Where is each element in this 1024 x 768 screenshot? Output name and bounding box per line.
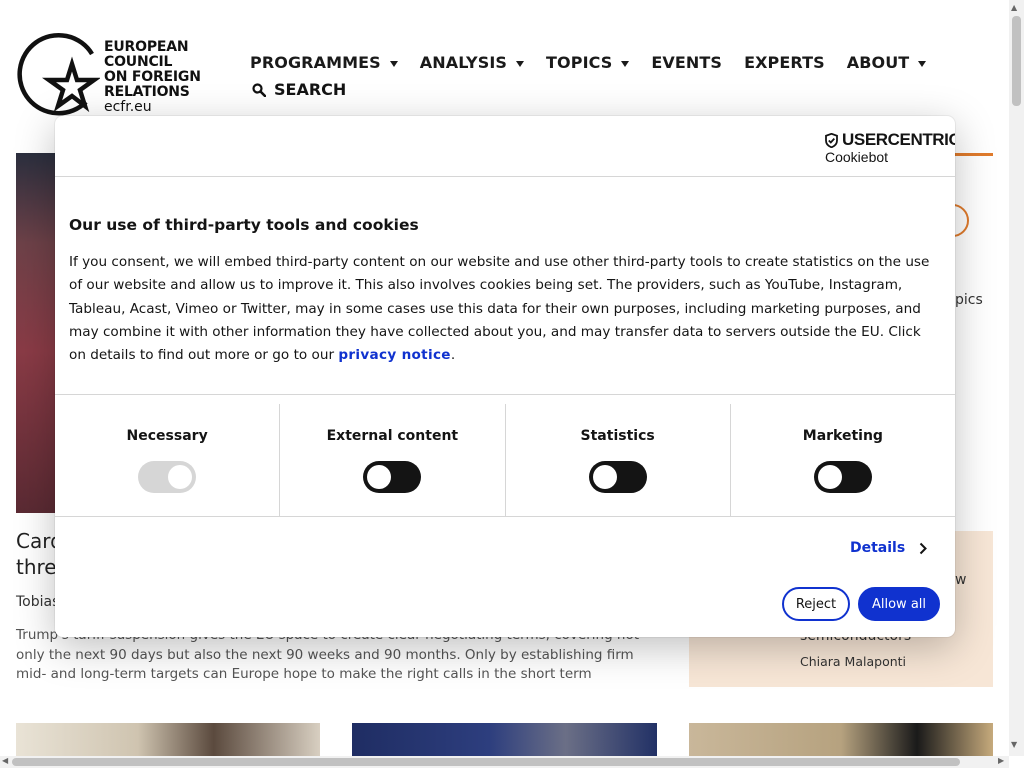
category-label: Marketing (802, 428, 883, 444)
details-label: Details (850, 540, 906, 556)
consent-categories: Necessary External content Statistics Ma… (55, 404, 955, 516)
horizontal-scrollbar-thumb[interactable] (12, 758, 960, 766)
usercentrics-brand[interactable]: USERCENTRICS Cookiebot (825, 130, 955, 165)
vertical-scrollbar[interactable] (1009, 0, 1024, 756)
caret-down-icon (918, 60, 927, 67)
vertical-scrollbar-thumb[interactable] (1012, 16, 1021, 106)
main-nav: PROGRAMMES ANALYSIS TOPICS EVENTS EXPERT… (250, 53, 927, 72)
description-text: If you consent, we will embed third-part… (69, 254, 930, 364)
external-content-toggle[interactable] (363, 461, 422, 493)
divider (55, 516, 955, 517)
brand-row: USERCENTRICS (825, 130, 955, 150)
accent-divider (955, 153, 993, 156)
scroll-up-arrow-icon[interactable]: ▲ (1011, 3, 1017, 12)
nav-analysis[interactable]: ANALYSIS (419, 53, 525, 72)
dialog-title: Our use of third-party tools and cookies (69, 216, 419, 234)
article-thumbnail[interactable] (689, 723, 993, 756)
article-byline[interactable]: Tobias (16, 594, 59, 610)
caret-down-icon (621, 60, 630, 67)
nav-label: EXPERTS (744, 53, 825, 72)
caret-down-icon (389, 60, 398, 67)
category-label: Statistics (580, 428, 655, 444)
brand-name: USERCENTRICS (842, 130, 955, 149)
ecfr-logo[interactable]: EUROPEAN COUNCIL ON FOREIGN RELATIONS ec… (16, 32, 206, 118)
article-thumbnail[interactable] (16, 723, 320, 756)
statistics-toggle[interactable] (588, 461, 647, 493)
marketing-toggle[interactable] (813, 461, 872, 493)
topics-text-fragment: pics (955, 292, 983, 308)
nav-label: EVENTS (651, 53, 723, 72)
star-circle-logo-icon (17, 32, 100, 116)
search-button[interactable]: SEARCH (252, 80, 346, 99)
brand-subtitle: Cookiebot (825, 149, 889, 165)
nav-topics[interactable]: TOPICS (546, 53, 630, 72)
category-marketing: Marketing (731, 404, 955, 516)
nav-programmes[interactable]: PROGRAMMES (250, 53, 398, 72)
chevron-right-icon (919, 542, 928, 554)
allow-all-button[interactable]: Allow all (858, 587, 940, 621)
hero-image[interactable] (16, 153, 56, 513)
cookie-consent-dialog: USERCENTRICS Cookiebot Our use of third-… (55, 116, 955, 637)
category-statistics: Statistics (506, 404, 731, 516)
category-label: Necessary (126, 428, 208, 444)
toggle-knob (168, 465, 193, 489)
search-label: SEARCH (274, 80, 347, 99)
scroll-down-arrow-icon[interactable]: ▼ (1011, 740, 1017, 749)
toggle-knob (592, 465, 617, 489)
nav-events[interactable]: EVENTS (651, 53, 722, 72)
nav-label: TOPICS (546, 53, 613, 72)
divider (55, 394, 955, 395)
article-thumbnail[interactable] (352, 723, 657, 756)
logo-url: ecfr.eu (104, 99, 152, 115)
nav-about[interactable]: ABOUT (847, 53, 927, 72)
shield-check-icon (825, 132, 838, 148)
category-external-content: External content (280, 404, 506, 516)
description-end: . (450, 347, 456, 364)
nav-experts[interactable]: EXPERTS (744, 53, 825, 72)
search-icon (252, 82, 266, 97)
nav-label: ANALYSIS (419, 53, 508, 72)
privacy-notice-link[interactable]: privacy notice (338, 347, 450, 363)
logo-wordmark: EUROPEAN COUNCIL ON FOREIGN RELATIONS (104, 39, 201, 100)
details-link[interactable]: Details (850, 540, 928, 556)
scroll-right-arrow-icon[interactable]: ▶ (998, 756, 1004, 765)
toggle-knob (817, 465, 842, 489)
caret-down-icon (516, 60, 525, 67)
category-necessary: Necessary (55, 404, 281, 516)
necessary-toggle (138, 461, 197, 493)
scroll-left-arrow-icon[interactable]: ◀ (2, 756, 8, 765)
reject-button[interactable]: Reject (782, 587, 850, 621)
nav-label: ABOUT (846, 53, 910, 72)
toggle-knob (367, 465, 392, 489)
side-card-author[interactable]: Chiara Malaponti (800, 654, 906, 669)
dialog-body: Our use of third-party tools and cookies… (69, 216, 939, 367)
side-card-text-fragment: w (955, 572, 967, 588)
category-label: External content (326, 428, 459, 444)
dialog-header: USERCENTRICS Cookiebot (55, 116, 955, 177)
dialog-description: If you consent, we will embed third-part… (69, 251, 939, 367)
nav-label: PROGRAMMES (250, 53, 381, 72)
